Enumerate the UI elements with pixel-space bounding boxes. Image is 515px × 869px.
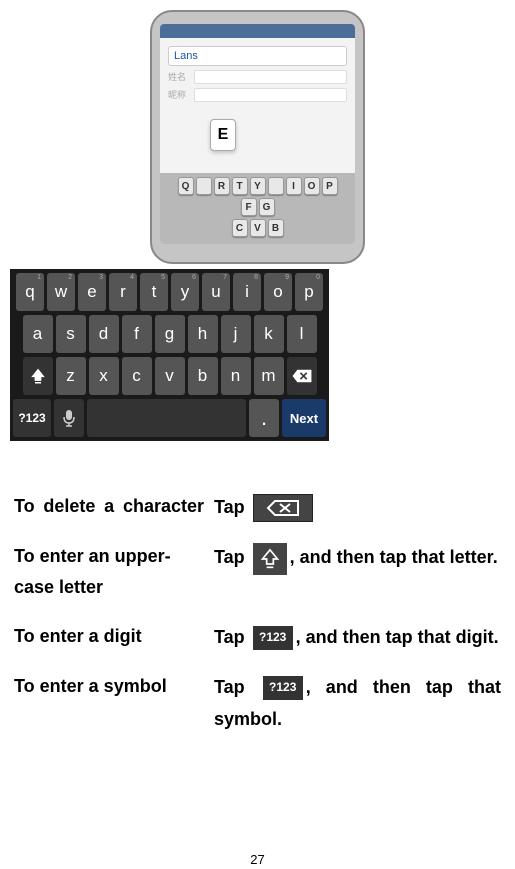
key-r[interactable]: r4 — [109, 273, 137, 311]
key-w[interactable]: w2 — [47, 273, 75, 311]
phone-text-field: Lans — [168, 46, 347, 66]
mini-key: Q — [178, 177, 194, 195]
key-m[interactable]: m — [254, 357, 284, 395]
instructions-table: To delete a character Tap To enter an up… — [10, 491, 505, 736]
next-key[interactable]: Next — [282, 399, 326, 437]
backspace-icon — [253, 494, 313, 522]
mini-key — [268, 177, 284, 195]
table-row: To enter a digit Tap ?123, and then tap … — [14, 621, 501, 653]
inst-label: To enter a symbol — [14, 671, 214, 702]
key-o[interactable]: o9 — [264, 273, 292, 311]
inst-action: Tap ?123, and then tap that digit. — [214, 621, 501, 653]
inst-action: Tap ?123, and then tap that symbol. — [214, 671, 501, 736]
table-row: To enter a symbol Tap ?123, and then tap… — [14, 671, 501, 736]
key-z[interactable]: z — [56, 357, 86, 395]
shift-icon — [253, 543, 287, 575]
inst-label: To delete a character — [14, 491, 214, 522]
key-a[interactable]: a — [23, 315, 53, 353]
shift-icon — [29, 367, 47, 385]
inst-action: Tap , and then tap that letter. — [214, 541, 501, 574]
mode-icon: ?123 — [253, 626, 293, 650]
key-q[interactable]: q1 — [16, 273, 44, 311]
key-g[interactable]: g — [155, 315, 185, 353]
key-p[interactable]: p0 — [295, 273, 323, 311]
mini-key: P — [322, 177, 338, 195]
table-row: To enter an upper-case letter Tap , and … — [14, 541, 501, 602]
mini-key: C — [232, 219, 248, 237]
key-i[interactable]: i8 — [233, 273, 261, 311]
mode-icon: ?123 — [263, 676, 303, 700]
keyboard-row-3: z x c v b n m — [13, 357, 326, 395]
key-h[interactable]: h — [188, 315, 218, 353]
mic-icon — [62, 409, 76, 427]
key-f[interactable]: f — [122, 315, 152, 353]
key-k[interactable]: k — [254, 315, 284, 353]
key-j[interactable]: j — [221, 315, 251, 353]
mini-key: R — [214, 177, 230, 195]
page-number: 27 — [0, 852, 515, 867]
inst-action: Tap — [214, 491, 501, 523]
phone-illustration: Lans 姓名 昵称 E Q R T Y I O P F — [10, 10, 505, 264]
mode-key[interactable]: ?123 — [13, 399, 51, 437]
mini-key: F — [241, 198, 257, 216]
key-d[interactable]: d — [89, 315, 119, 353]
phone-mini-keyboard: Q R T Y I O P F G C V B — [160, 173, 355, 244]
phone-status-bar — [160, 24, 355, 38]
key-u[interactable]: u7 — [202, 273, 230, 311]
key-l[interactable]: l — [287, 315, 317, 353]
backspace-icon — [291, 368, 313, 384]
backspace-key[interactable] — [287, 357, 317, 395]
mini-key: B — [268, 219, 284, 237]
key-popup-e: E — [210, 119, 236, 151]
mini-key: Y — [250, 177, 266, 195]
inst-label: To enter an upper-case letter — [14, 541, 214, 602]
key-y[interactable]: y6 — [171, 273, 199, 311]
mini-key: G — [259, 198, 275, 216]
mini-key: O — [304, 177, 320, 195]
keyboard-row-1: q1 w2 e3 r4 t5 y6 u7 i8 o9 p0 — [13, 273, 326, 311]
key-n[interactable]: n — [221, 357, 251, 395]
key-v[interactable]: v — [155, 357, 185, 395]
mini-key: T — [232, 177, 248, 195]
keyboard-row-4: ?123 . Next — [13, 399, 326, 437]
keyboard-row-2: a s d f g h j k l — [13, 315, 326, 353]
key-b[interactable]: b — [188, 357, 218, 395]
onscreen-keyboard: q1 w2 e3 r4 t5 y6 u7 i8 o9 p0 a s d f g … — [10, 269, 329, 441]
key-x[interactable]: x — [89, 357, 119, 395]
space-key[interactable] — [87, 399, 246, 437]
key-s[interactable]: s — [56, 315, 86, 353]
mini-key: V — [250, 219, 266, 237]
mini-key — [196, 177, 212, 195]
key-c[interactable]: c — [122, 357, 152, 395]
period-key[interactable]: . — [249, 399, 279, 437]
phone-body: Lans 姓名 昵称 E Q R T Y I O P F — [150, 10, 365, 264]
inst-label: To enter a digit — [14, 621, 214, 652]
shift-key[interactable] — [23, 357, 53, 395]
mic-key[interactable] — [54, 399, 84, 437]
key-t[interactable]: t5 — [140, 273, 168, 311]
table-row: To delete a character Tap — [14, 491, 501, 523]
key-e[interactable]: e3 — [78, 273, 106, 311]
mini-key: I — [286, 177, 302, 195]
phone-input-area: Lans 姓名 昵称 — [160, 38, 355, 114]
phone-screen: Lans 姓名 昵称 E Q R T Y I O P F — [160, 24, 355, 244]
